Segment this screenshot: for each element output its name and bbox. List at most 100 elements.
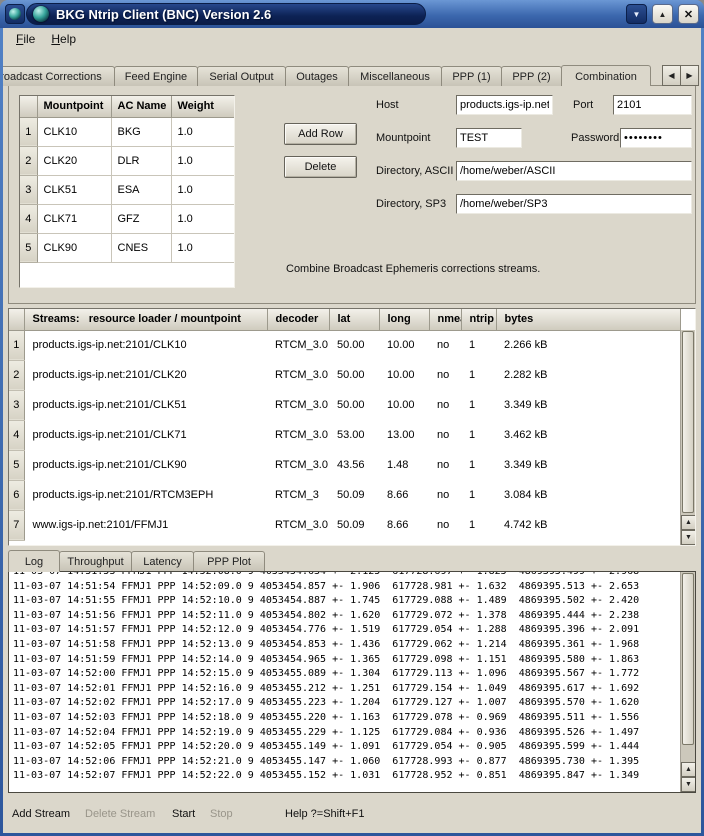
weight-cell[interactable]: 1.0 (171, 117, 234, 146)
ac-name-cell[interactable]: ESA (111, 175, 171, 204)
ntrip-cell[interactable]: 1 (461, 330, 496, 360)
col-header-mountpoint[interactable]: Mountpoint (37, 96, 111, 117)
ac-name-cell[interactable]: DLR (111, 146, 171, 175)
ntrip-cell[interactable]: 1 (461, 420, 496, 450)
port-input[interactable] (613, 95, 692, 115)
weight-cell[interactable]: 1.0 (171, 175, 234, 204)
tab-ppp-1[interactable]: PPP (1) (441, 66, 502, 86)
scrollbar-thumb[interactable] (682, 331, 694, 513)
lat-cell[interactable]: 50.00 (329, 360, 379, 390)
ntrip-cell[interactable]: 1 (461, 450, 496, 480)
minimize-button[interactable]: ▼ (626, 4, 647, 24)
tab-scroll-right-button[interactable]: ▶ (680, 65, 699, 86)
table-row[interactable]: 4 CLK71 GFZ 1.0 (20, 204, 234, 233)
lat-cell[interactable]: 50.00 (329, 390, 379, 420)
weight-cell[interactable]: 1.0 (171, 233, 234, 262)
long-cell[interactable]: 10.00 (379, 330, 429, 360)
scroll-up-button[interactable]: ▲ (681, 762, 696, 777)
mountpoint-cell[interactable]: CLK90 (37, 233, 111, 262)
stop-button[interactable]: Stop (210, 808, 233, 820)
col-header-decoder[interactable]: decoder (267, 309, 329, 330)
weight-cell[interactable]: 1.0 (171, 146, 234, 175)
bytes-cell[interactable]: 4.742 kB (496, 510, 680, 540)
ntrip-cell[interactable]: 1 (461, 390, 496, 420)
tab-ppp-2[interactable]: PPP (2) (501, 66, 562, 86)
ntrip-cell[interactable]: 1 (461, 480, 496, 510)
stream-row[interactable]: 4 products.igs-ip.net:2101/CLK71 RTCM_3.… (9, 420, 680, 450)
combination-table[interactable]: Mountpoint AC Name Weight 1 CLK10 BKG 1.… (19, 95, 235, 288)
stream-row[interactable]: 6 products.igs-ip.net:2101/RTCM3EPH RTCM… (9, 480, 680, 510)
col-header-streams[interactable]: Streams: resource loader / mountpoint (24, 309, 267, 330)
log-scrollbar[interactable]: ▲ ▼ (680, 572, 695, 792)
long-cell[interactable]: 10.00 (379, 390, 429, 420)
tab-broadcast-corrections[interactable]: roadcast Corrections (3, 66, 115, 86)
decoder-cell[interactable]: RTCM_3.0 (267, 450, 329, 480)
password-input[interactable] (620, 128, 692, 148)
nmea-cell[interactable]: no (429, 480, 461, 510)
close-button[interactable]: ✕ (678, 4, 699, 24)
mountpoint-cell[interactable]: CLK20 (37, 146, 111, 175)
scrollbar-thumb[interactable] (682, 573, 694, 745)
decoder-cell[interactable]: RTCM_3.0 (267, 360, 329, 390)
long-cell[interactable]: 8.66 (379, 480, 429, 510)
stream-row[interactable]: 5 products.igs-ip.net:2101/CLK90 RTCM_3.… (9, 450, 680, 480)
col-header-nmea[interactable]: nmea (429, 309, 461, 330)
col-header-lat[interactable]: lat (329, 309, 379, 330)
stream-row[interactable]: 1 products.igs-ip.net:2101/CLK10 RTCM_3.… (9, 330, 680, 360)
stream-cell[interactable]: products.igs-ip.net:2101/CLK20 (24, 360, 267, 390)
stream-cell[interactable]: products.igs-ip.net:2101/CLK71 (24, 420, 267, 450)
stream-cell[interactable]: products.igs-ip.net:2101/RTCM3EPH (24, 480, 267, 510)
table-row[interactable]: 2 CLK20 DLR 1.0 (20, 146, 234, 175)
maximize-button[interactable]: ▲ (652, 4, 673, 24)
bytes-cell[interactable]: 2.266 kB (496, 330, 680, 360)
stream-row[interactable]: 3 products.igs-ip.net:2101/CLK51 RTCM_3.… (9, 390, 680, 420)
mountpoint-cell[interactable]: CLK51 (37, 175, 111, 204)
col-header-weight[interactable]: Weight (171, 96, 234, 117)
nmea-cell[interactable]: no (429, 330, 461, 360)
decoder-cell[interactable]: RTCM_3.0 (267, 390, 329, 420)
col-header-ntrip[interactable]: ntrip (461, 309, 496, 330)
mountpoint-input[interactable] (456, 128, 522, 148)
delete-button[interactable]: Delete (284, 156, 357, 178)
decoder-cell[interactable]: RTCM_3.0 (267, 330, 329, 360)
tab-serial-output[interactable]: Serial Output (197, 66, 286, 86)
nmea-cell[interactable]: no (429, 360, 461, 390)
col-header-long[interactable]: long (379, 309, 429, 330)
long-cell[interactable]: 1.48 (379, 450, 429, 480)
start-button[interactable]: Start (172, 808, 195, 820)
tab-combination[interactable]: Combination (561, 65, 651, 86)
tab-feed-engine[interactable]: Feed Engine (114, 66, 198, 86)
stream-row[interactable]: 2 products.igs-ip.net:2101/CLK20 RTCM_3.… (9, 360, 680, 390)
bytes-cell[interactable]: 3.084 kB (496, 480, 680, 510)
nmea-cell[interactable]: no (429, 450, 461, 480)
stream-row[interactable]: 7 www.igs-ip.net:2101/FFMJ1 RTCM_3.0 50.… (9, 510, 680, 540)
bytes-cell[interactable]: 3.462 kB (496, 420, 680, 450)
mountpoint-cell[interactable]: CLK71 (37, 204, 111, 233)
lat-cell[interactable]: 53.00 (329, 420, 379, 450)
scroll-up-button[interactable]: ▲ (681, 515, 696, 530)
long-cell[interactable]: 13.00 (379, 420, 429, 450)
delete-stream-button[interactable]: Delete Stream (85, 808, 155, 820)
ntrip-cell[interactable]: 1 (461, 510, 496, 540)
scroll-down-button[interactable]: ▼ (681, 777, 696, 792)
ac-name-cell[interactable]: BKG (111, 117, 171, 146)
mountpoint-cell[interactable]: CLK10 (37, 117, 111, 146)
weight-cell[interactable]: 1.0 (171, 204, 234, 233)
tab-miscellaneous[interactable]: Miscellaneous (348, 66, 442, 86)
add-stream-button[interactable]: Add Stream (12, 808, 70, 820)
bytes-cell[interactable]: 2.282 kB (496, 360, 680, 390)
scroll-down-button[interactable]: ▼ (681, 530, 696, 545)
long-cell[interactable]: 8.66 (379, 510, 429, 540)
streams-scrollbar[interactable]: ▲ ▼ (680, 330, 695, 545)
tab-throughput[interactable]: Throughput (59, 551, 132, 571)
decoder-cell[interactable]: RTCM_3.0 (267, 420, 329, 450)
ac-name-cell[interactable]: GFZ (111, 204, 171, 233)
stream-cell[interactable]: products.igs-ip.net:2101/CLK51 (24, 390, 267, 420)
nmea-cell[interactable]: no (429, 510, 461, 540)
long-cell[interactable]: 10.00 (379, 360, 429, 390)
ntrip-cell[interactable]: 1 (461, 360, 496, 390)
stream-cell[interactable]: products.igs-ip.net:2101/CLK10 (24, 330, 267, 360)
stream-cell[interactable]: www.igs-ip.net:2101/FFMJ1 (24, 510, 267, 540)
table-row[interactable]: 3 CLK51 ESA 1.0 (20, 175, 234, 204)
decoder-cell[interactable]: RTCM_3.0 (267, 510, 329, 540)
